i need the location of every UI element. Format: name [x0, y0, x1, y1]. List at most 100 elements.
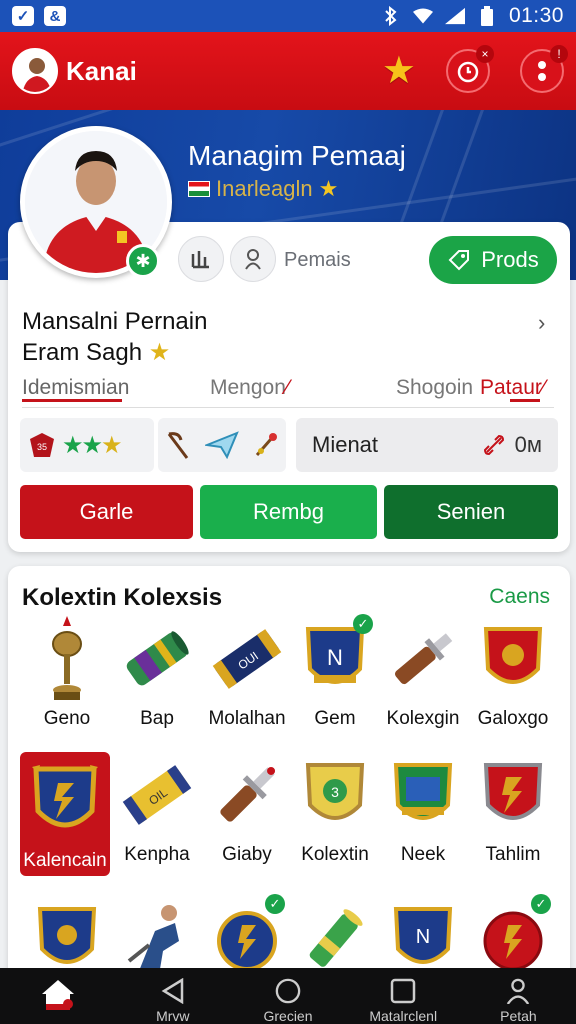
- signal-icon: [444, 6, 465, 26]
- garle-button[interactable]: Garle: [20, 485, 193, 539]
- alarm-button[interactable]: ×: [446, 45, 494, 93]
- garle-label: Garle: [79, 499, 134, 524]
- nav-home[interactable]: [0, 968, 115, 1024]
- rating-stars-icon: ★★★: [62, 431, 122, 459]
- collection-item[interactable]: Bap: [112, 616, 202, 730]
- nav-profile[interactable]: Petah: [461, 968, 576, 1024]
- send-icon[interactable]: [205, 431, 239, 459]
- collection-item[interactable]: OUI Molalhan: [202, 616, 292, 730]
- prods-button[interactable]: Prods: [429, 236, 557, 284]
- collection-link[interactable]: Caens: [489, 585, 550, 609]
- scroll-icon: [117, 616, 197, 702]
- collection-item[interactable]: Giaby: [202, 752, 292, 866]
- bottom-nav: Mrvw Grecien Matalrclenl Petah: [0, 968, 576, 1024]
- alarm-icon: [457, 61, 479, 83]
- nav-label: Mrvw: [156, 1008, 190, 1024]
- tag-icon: [448, 250, 470, 271]
- svg-text:N: N: [327, 645, 343, 670]
- nav-label: Grecien: [263, 1008, 313, 1024]
- item-label: Kalencain: [23, 850, 107, 871]
- star-icon: ★: [148, 339, 171, 366]
- collection-item[interactable]: Tahlim: [468, 752, 558, 866]
- link-icon: [483, 434, 504, 456]
- rating-box: 35 ★★★: [20, 418, 154, 472]
- item-label: Gem: [314, 708, 356, 729]
- collection-item[interactable]: OIL Kenpha: [112, 752, 202, 866]
- verified-badge-icon: ✱: [126, 244, 160, 278]
- team-subtitle: Inarleagln ★: [188, 176, 338, 202]
- avatar[interactable]: [12, 48, 58, 94]
- tab-mengon[interactable]: Mengon⁄: [210, 376, 289, 400]
- tab-shogoin[interactable]: Shogoin: [396, 376, 473, 400]
- battery-icon: [477, 6, 497, 26]
- app-bar: Kanai ★ × !: [0, 32, 576, 110]
- tab-label: Shogoin: [396, 376, 474, 399]
- more-button[interactable]: !: [520, 45, 568, 93]
- more-badge-icon: !: [550, 45, 568, 63]
- item-label: Kenpha: [124, 844, 190, 865]
- collection-item[interactable]: N ✓ Gem: [290, 614, 380, 730]
- item-label: Kolexgin: [386, 708, 460, 729]
- tab-pataur[interactable]: Pataur⁄: [480, 376, 546, 402]
- more-icon: [538, 61, 546, 81]
- item-label: Geno: [43, 708, 91, 729]
- rembg-button[interactable]: Rembg: [200, 485, 377, 539]
- player-name: Mansalni Pernain Eram Sagh ★: [22, 306, 207, 368]
- app-title: Kanai: [66, 55, 137, 86]
- back-triangle-icon: [161, 978, 184, 1004]
- senien-button[interactable]: Senien: [384, 485, 558, 539]
- tab-label: Mengon: [210, 376, 286, 399]
- wifi-icon: [412, 6, 433, 26]
- edit-icon: ⁄: [541, 376, 546, 399]
- circle-home-icon: [275, 978, 301, 1004]
- club-crest-icon: 35: [30, 433, 54, 457]
- chevron-right-icon[interactable]: ›: [538, 310, 545, 336]
- pemais-label: Pemais: [284, 249, 351, 271]
- stats-icon[interactable]: [178, 236, 224, 282]
- pickaxe-icon[interactable]: [165, 430, 191, 460]
- square-recent-icon: [390, 978, 416, 1004]
- nav-recent[interactable]: Matalrclenl: [346, 968, 461, 1024]
- notification-icon: &: [44, 6, 66, 26]
- collection-item[interactable]: Galoxgo: [468, 616, 558, 730]
- prods-label: Prods: [481, 247, 539, 272]
- item-label: Giaby: [222, 844, 272, 865]
- player-name-line1: Mansalni Pernain: [22, 308, 208, 335]
- mienat-label: Mienat: [312, 432, 379, 457]
- nav-back[interactable]: Mrvw: [115, 968, 230, 1024]
- tools-box: [158, 418, 286, 472]
- collection-item[interactable]: Geno: [22, 616, 112, 730]
- key-icon[interactable]: [253, 431, 279, 459]
- item-label: Molalhan: [208, 708, 286, 729]
- sword-icon: [383, 616, 463, 702]
- user-icon[interactable]: [230, 236, 276, 282]
- mienat-value: 0м: [514, 432, 542, 457]
- collection-item[interactable]: 3 Kolextin: [290, 752, 380, 866]
- profile-tabs: Idemismian Mengon⁄ Shogoin Pataur⁄: [22, 374, 554, 408]
- tab-label: Pataur: [480, 376, 542, 399]
- clock: 01:30: [508, 4, 564, 27]
- shield-icon: 3: [295, 752, 375, 838]
- collection-item[interactable]: Neek: [378, 752, 468, 866]
- home-icon: [41, 980, 74, 1010]
- team-name: Inarleagln: [216, 176, 313, 201]
- tab-idemismian[interactable]: Idemismian: [22, 376, 129, 402]
- mienat-field[interactable]: Mienat 0м: [296, 418, 558, 472]
- shield-icon: [25, 758, 105, 844]
- item-label: Tahlim: [485, 844, 541, 865]
- svg-text:35: 35: [37, 442, 47, 452]
- shield-icon: [473, 616, 553, 702]
- check-icon: ✓: [531, 894, 551, 914]
- nav-home-circle[interactable]: Grecien: [230, 968, 345, 1024]
- nav-label: Matalrclenl: [369, 1008, 438, 1024]
- alarm-badge-icon: ×: [476, 45, 494, 63]
- favorite-star-icon[interactable]: ★: [382, 52, 416, 90]
- collection-item-selected[interactable]: Kalencain: [20, 752, 110, 876]
- item-label: Galoxgo: [477, 708, 549, 729]
- app-screen: ✓ & 01:30 Kanai ★ × ! Managim Pemaaj Ina…: [0, 0, 576, 1024]
- trophy-icon: [27, 616, 107, 702]
- scroll-icon: OUI: [207, 616, 287, 702]
- scroll-icon: OIL: [117, 752, 197, 838]
- collection-item[interactable]: Kolexgin: [378, 616, 468, 730]
- notification-icon: ✓: [12, 6, 34, 26]
